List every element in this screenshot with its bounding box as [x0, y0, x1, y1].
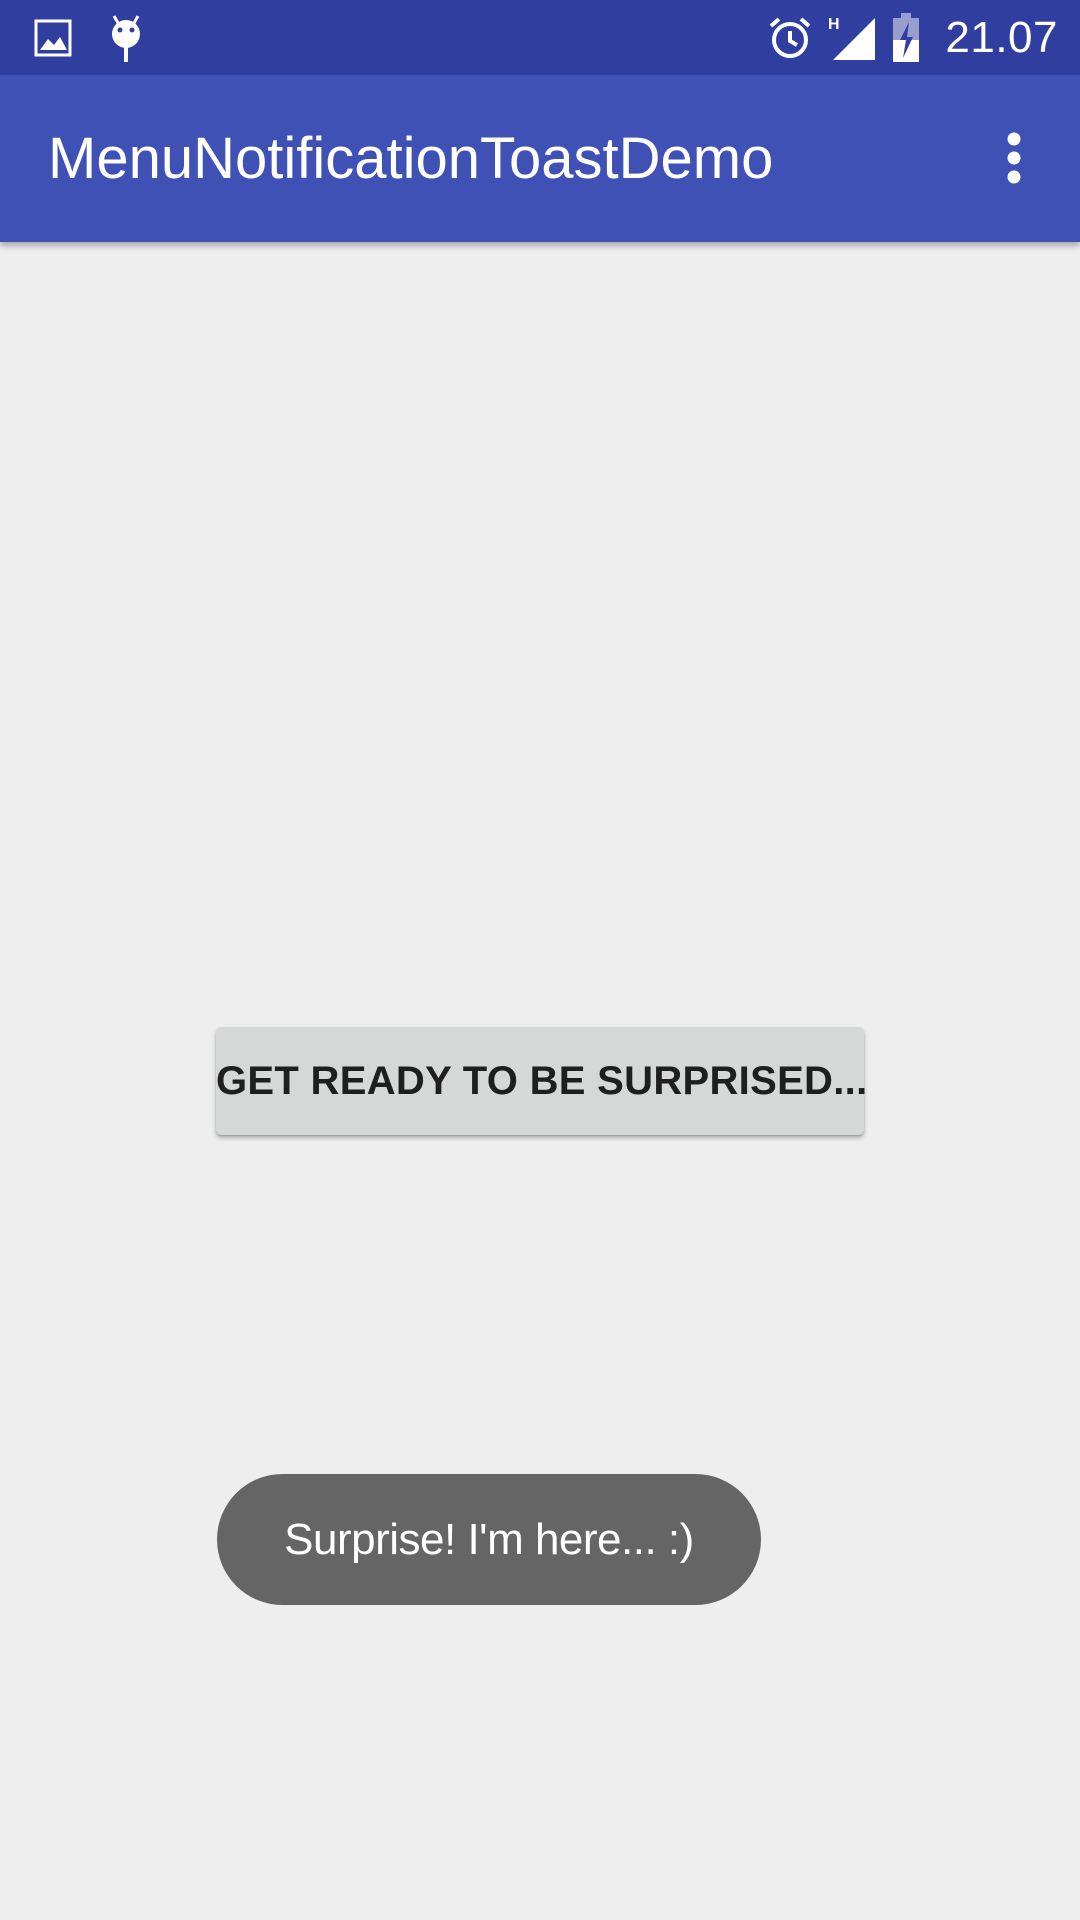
network-type-label: H: [828, 16, 840, 33]
android-icon: [108, 14, 144, 62]
alarm-icon: [767, 15, 813, 61]
app-title: MenuNotificationToastDemo: [48, 126, 774, 191]
app-bar: MenuNotificationToastDemo: [0, 75, 1080, 242]
surprise-button[interactable]: GET READY TO BE SURPRISED...: [216, 1027, 867, 1135]
toast-message: Surprise! I'm here... :): [217, 1474, 761, 1605]
image-icon: [34, 19, 72, 57]
status-time: 21.07: [945, 13, 1058, 62]
more-vert-icon: [1004, 132, 1024, 184]
battery-charging-icon: [891, 13, 921, 63]
signal-h-icon: H: [827, 14, 877, 62]
app-screen: H 21.07 MenuNotificationToastDemo GET RE…: [0, 0, 1080, 1920]
status-bar: H 21.07: [0, 0, 1080, 75]
toast-text: Surprise! I'm here... :): [284, 1514, 694, 1564]
overflow-menu-button[interactable]: [974, 113, 1054, 203]
status-bar-system: H 21.07: [767, 10, 1058, 66]
status-bar-notifications: [34, 14, 144, 62]
